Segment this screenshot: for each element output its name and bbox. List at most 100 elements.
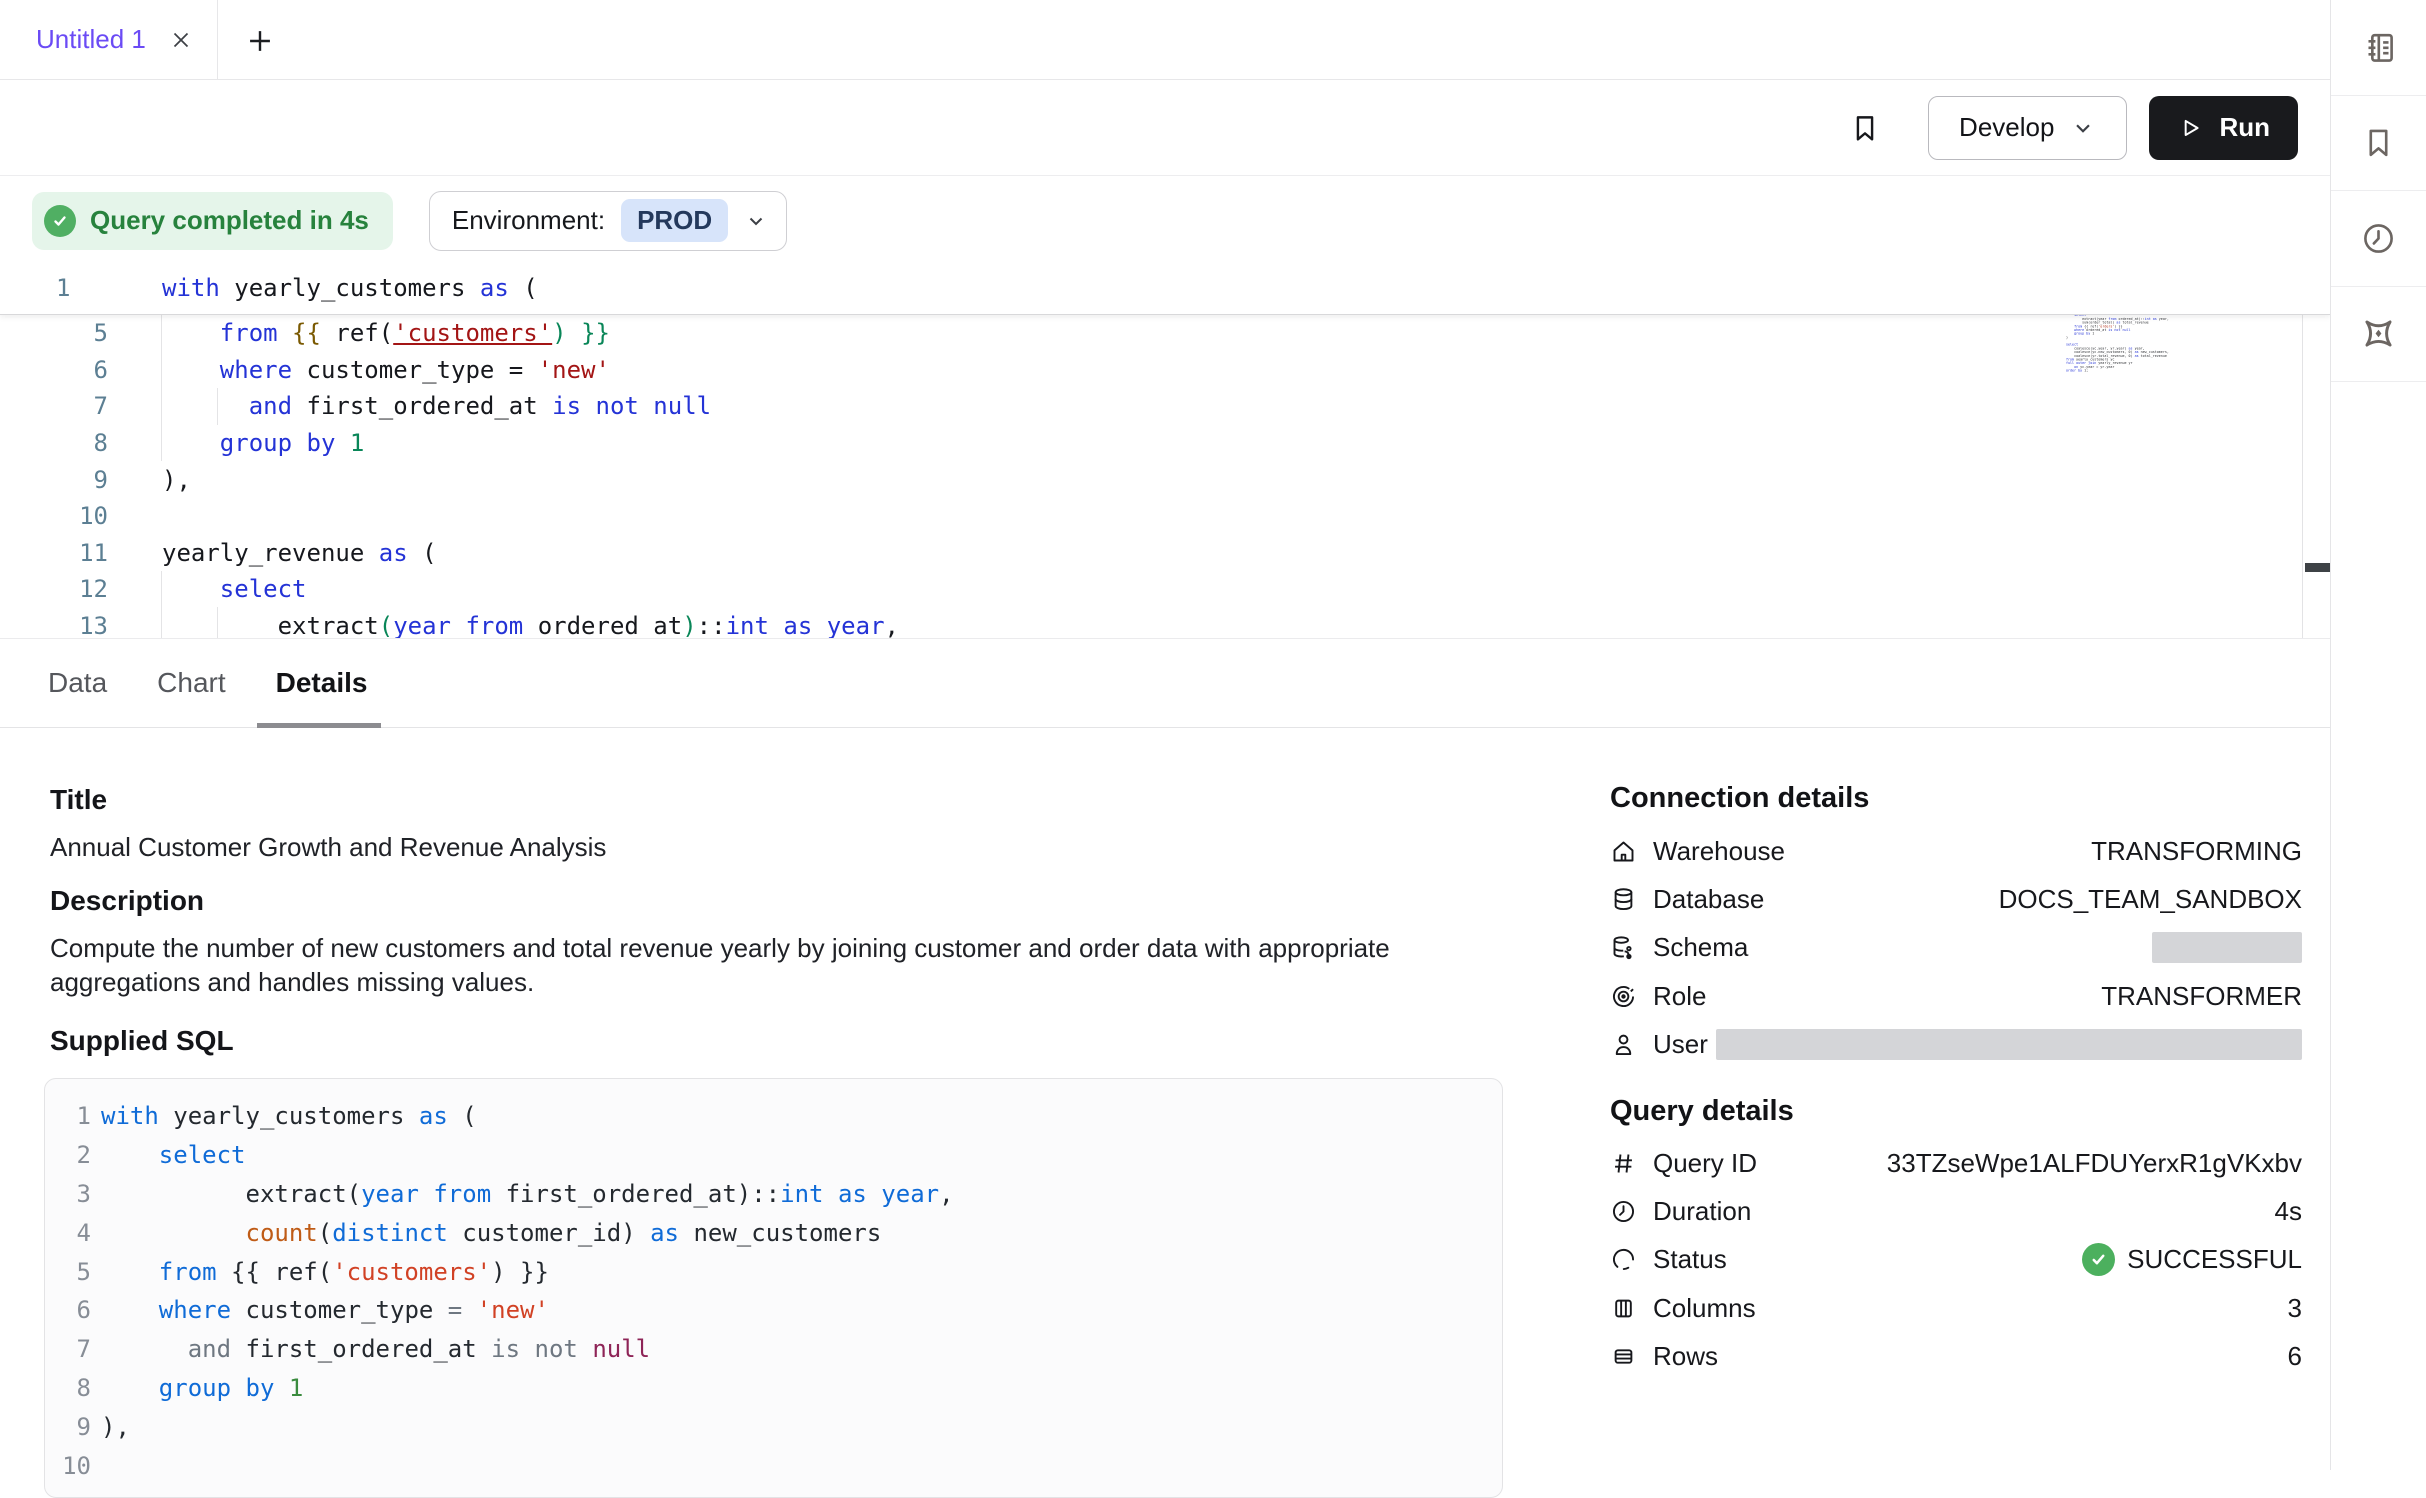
database-icon bbox=[1610, 886, 1637, 913]
details-panel: Title Annual Customer Growth and Revenue… bbox=[0, 728, 2330, 1470]
new-tab-plus-icon[interactable] bbox=[243, 24, 277, 58]
indent-guide bbox=[161, 571, 162, 638]
connection-row-user: User bbox=[1610, 1021, 2302, 1069]
line-number: 8 bbox=[0, 429, 108, 457]
line-number: 9 bbox=[0, 466, 108, 494]
line-number: 13 bbox=[0, 612, 108, 638]
supplied-sql-heading: Supplied SQL bbox=[50, 1025, 234, 1057]
row-value: DOCS_TEAM_SANDBOX bbox=[1999, 884, 2302, 915]
sql-code-line: 2 select bbox=[45, 1136, 1502, 1175]
row-value: 33TZseWpe1ALFDUYerxR1gVKxbv bbox=[1887, 1148, 2302, 1179]
editor-scrollbar[interactable] bbox=[2302, 265, 2330, 638]
code-line: with yearly_customers as ( bbox=[162, 274, 538, 302]
editor-tab-strip: Untitled 1 bbox=[0, 0, 2330, 80]
code-line: 6 where customer_type = 'new' bbox=[0, 352, 2330, 389]
connection-row-database: Database DOCS_TEAM_SANDBOX bbox=[1610, 875, 2302, 923]
sidebar-spark-icon[interactable] bbox=[2331, 287, 2426, 383]
line-number: 8 bbox=[45, 1374, 91, 1402]
columns-icon bbox=[1610, 1295, 1637, 1322]
query-status-pill: Query completed in 4s bbox=[32, 192, 393, 250]
right-icon-sidebar bbox=[2330, 0, 2426, 1470]
clock-icon bbox=[1610, 1198, 1637, 1225]
row-label: User bbox=[1653, 1029, 1708, 1060]
line-number: 9 bbox=[45, 1413, 91, 1441]
environment-value-badge: PROD bbox=[621, 199, 728, 242]
run-label: Run bbox=[2219, 112, 2270, 143]
sticky-scroll-line: 1 with yearly_customers as ( bbox=[0, 265, 2330, 315]
results-tab-bar: Data Chart Details bbox=[0, 638, 2330, 728]
editor-minimap[interactable]: with yearly_customers as ( select extrac… bbox=[2066, 273, 2302, 633]
sql-code-line: 9), bbox=[45, 1407, 1502, 1446]
row-label: Query ID bbox=[1653, 1148, 1757, 1179]
query-row-status: StatusSUCCESSFUL bbox=[1610, 1236, 2302, 1284]
sidebar-history-clock-icon[interactable] bbox=[2331, 191, 2426, 287]
tab-untitled-1[interactable]: Untitled 1 bbox=[0, 0, 218, 79]
results-tab-chart[interactable]: Chart bbox=[157, 638, 225, 728]
indent-guide bbox=[217, 388, 218, 425]
row-value: TRANSFORMING bbox=[2091, 836, 2302, 867]
line-number: 12 bbox=[0, 575, 108, 603]
line-number: 10 bbox=[45, 1452, 91, 1480]
row-label: Database bbox=[1653, 884, 1764, 915]
sidebar-bookmark-icon[interactable] bbox=[2331, 96, 2426, 192]
row-value: 3 bbox=[2288, 1293, 2302, 1324]
query-row-rows: Rows6 bbox=[1610, 1333, 2302, 1381]
row-label: Warehouse bbox=[1653, 836, 1785, 867]
code-line: 13 extract(year from ordered_at)::int as… bbox=[0, 608, 2330, 638]
warehouse-icon bbox=[1610, 838, 1637, 865]
row-label: Schema bbox=[1653, 932, 1748, 963]
query-details-heading: Query details bbox=[1610, 1095, 1794, 1128]
line-number: 2 bbox=[45, 1141, 91, 1169]
develop-label: Develop bbox=[1959, 112, 2054, 143]
query-row-columns: Columns3 bbox=[1610, 1284, 2302, 1332]
line-number: 1 bbox=[45, 1102, 91, 1130]
line-number: 5 bbox=[0, 319, 108, 347]
code-line: 8 group by 1 bbox=[0, 425, 2330, 462]
connection-details-heading: Connection details bbox=[1610, 782, 1869, 815]
user-icon bbox=[1610, 1031, 1637, 1058]
code-line: 7 and first_ordered_at is not null bbox=[0, 388, 2330, 425]
sidebar-notebook-icon[interactable] bbox=[2331, 0, 2426, 96]
sql-code-line: 6 where customer_type = 'new' bbox=[45, 1291, 1502, 1330]
chevron-down-icon bbox=[2070, 115, 2096, 141]
indent-guide bbox=[217, 607, 218, 638]
title-heading: Title bbox=[50, 784, 107, 816]
bookmark-icon[interactable] bbox=[1848, 111, 1882, 145]
results-tab-details[interactable]: Details bbox=[276, 638, 368, 728]
play-icon bbox=[2177, 115, 2203, 141]
code-line: 9), bbox=[0, 461, 2330, 498]
row-label: Rows bbox=[1653, 1341, 1718, 1372]
sql-editor[interactable]: 5 from {{ ref('customers') }}6 where cus… bbox=[0, 265, 2330, 638]
scrollbar-thumb[interactable] bbox=[2305, 563, 2330, 572]
supplied-sql-code-block: 1with yearly_customers as (2 select3 ext… bbox=[44, 1078, 1503, 1498]
sql-code-line: 10 bbox=[45, 1446, 1502, 1485]
close-icon[interactable] bbox=[168, 27, 194, 53]
environment-selector[interactable]: Environment: PROD bbox=[429, 191, 787, 251]
toolbar: Develop Run bbox=[0, 80, 2330, 176]
results-tab-data[interactable]: Data bbox=[48, 638, 107, 728]
sql-code-line: 5 from {{ ref('customers') }} bbox=[45, 1252, 1502, 1291]
line-number: 6 bbox=[0, 356, 108, 384]
run-button[interactable]: Run bbox=[2149, 96, 2298, 160]
sql-code-line: 3 extract(year from first_ordered_at)::i… bbox=[45, 1175, 1502, 1214]
description-value: Compute the number of new customers and … bbox=[50, 931, 1450, 999]
indent-guide bbox=[161, 315, 162, 461]
develop-dropdown[interactable]: Develop bbox=[1928, 96, 2127, 160]
connection-row-role: RoleTRANSFORMER bbox=[1610, 972, 2302, 1020]
chevron-down-icon bbox=[744, 209, 768, 233]
sql-code-line: 8 group by 1 bbox=[45, 1369, 1502, 1408]
user-redacted-value bbox=[1716, 1029, 2302, 1060]
query-status-text: Query completed in 4s bbox=[90, 205, 369, 236]
schema-redacted-value bbox=[2152, 932, 2302, 963]
line-number: 7 bbox=[0, 392, 108, 420]
environment-label: Environment: bbox=[452, 205, 605, 236]
sql-code-line: 7 and first_ordered_at is not null bbox=[45, 1330, 1502, 1369]
line-number: 11 bbox=[0, 539, 108, 567]
spinner-icon bbox=[1610, 1246, 1637, 1273]
line-number: 4 bbox=[45, 1219, 91, 1247]
code-line: 11yearly_revenue as ( bbox=[0, 535, 2330, 572]
check-circle-icon bbox=[2082, 1243, 2115, 1276]
line-number: 6 bbox=[45, 1296, 91, 1324]
query-row-duration: Duration4s bbox=[1610, 1187, 2302, 1235]
connection-row-warehouse: Warehouse TRANSFORMING bbox=[1610, 827, 2302, 875]
